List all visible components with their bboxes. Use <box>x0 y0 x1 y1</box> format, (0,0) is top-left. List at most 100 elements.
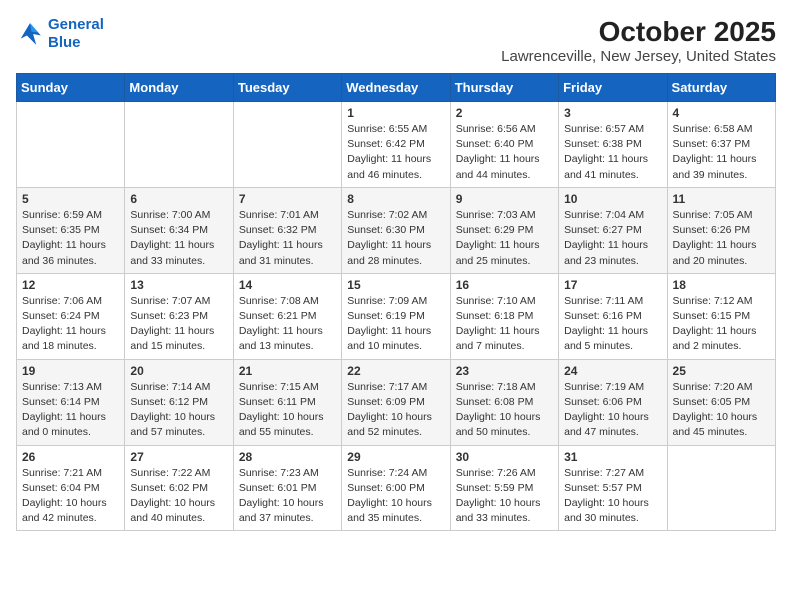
calendar-subtitle: Lawrenceville, New Jersey, United States <box>501 48 776 65</box>
day-number: 24 <box>564 364 661 378</box>
calendar-cell: 12 Sunrise: 7:06 AM Sunset: 6:24 PM Dayli… <box>17 273 125 359</box>
day-info: Sunrise: 7:13 AM Sunset: 6:14 PM Dayligh… <box>22 380 119 441</box>
calendar-cell: 30 Sunrise: 7:26 AM Sunset: 5:59 PM Dayli… <box>450 445 558 531</box>
calendar-week-row: 1 Sunrise: 6:55 AM Sunset: 6:42 PM Daylig… <box>17 102 776 188</box>
calendar-cell: 3Sunrise: 6:57 AM Sunset: 6:38 PM Daylig… <box>559 102 667 188</box>
day-info: Sunrise: 7:18 AM Sunset: 6:08 PM Dayligh… <box>456 380 553 441</box>
calendar-cell: 16 Sunrise: 7:10 AM Sunset: 6:18 PM Dayli… <box>450 273 558 359</box>
day-info: Sunrise: 7:14 AM Sunset: 6:12 PM Dayligh… <box>130 380 227 441</box>
day-number: 9 <box>456 192 553 206</box>
day-number: 5 <box>22 192 119 206</box>
day-number: 29 <box>347 450 444 464</box>
calendar-cell <box>667 445 775 531</box>
calendar-cell: 17 Sunrise: 7:11 AM Sunset: 6:16 PM Dayli… <box>559 273 667 359</box>
weekday-header: Friday <box>559 74 667 102</box>
day-number: 7 <box>239 192 336 206</box>
calendar-cell: 29Sunrise: 7:24 AM Sunset: 6:00 PM Dayli… <box>342 445 450 531</box>
day-info: Sunrise: 7:15 AM Sunset: 6:11 PM Dayligh… <box>239 380 336 441</box>
calendar-cell: 15Sunrise: 7:09 AM Sunset: 6:19 PM Dayli… <box>342 273 450 359</box>
weekday-header: Thursday <box>450 74 558 102</box>
calendar-cell: 20Sunrise: 7:14 AM Sunset: 6:12 PM Dayli… <box>125 359 233 445</box>
day-number: 23 <box>456 364 553 378</box>
calendar-cell: 22 Sunrise: 7:17 AM Sunset: 6:09 PM Dayli… <box>342 359 450 445</box>
calendar-cell: 21 Sunrise: 7:15 AM Sunset: 6:11 PM Dayli… <box>233 359 341 445</box>
calendar-cell: 26Sunrise: 7:21 AM Sunset: 6:04 PM Dayli… <box>17 445 125 531</box>
day-number: 1 <box>347 106 444 120</box>
weekday-header: Tuesday <box>233 74 341 102</box>
calendar-week-row: 19 Sunrise: 7:13 AM Sunset: 6:14 PM Dayli… <box>17 359 776 445</box>
day-number: 14 <box>239 278 336 292</box>
day-number: 11 <box>673 192 770 206</box>
day-info: Sunrise: 7:03 AM Sunset: 6:29 PM Dayligh… <box>456 208 553 269</box>
calendar-cell: 4 Sunrise: 6:58 AM Sunset: 6:37 PM Daylig… <box>667 102 775 188</box>
day-number: 25 <box>673 364 770 378</box>
calendar-cell: 27 Sunrise: 7:22 AM Sunset: 6:02 PM Dayli… <box>125 445 233 531</box>
day-info: Sunrise: 6:57 AM Sunset: 6:38 PM Dayligh… <box>564 122 661 183</box>
weekday-header: Wednesday <box>342 74 450 102</box>
day-info: Sunrise: 7:05 AM Sunset: 6:26 PM Dayligh… <box>673 208 770 269</box>
weekday-header-row: SundayMondayTuesdayWednesdayThursdayFrid… <box>17 74 776 102</box>
day-info: Sunrise: 6:59 AM Sunset: 6:35 PM Dayligh… <box>22 208 119 269</box>
day-info: Sunrise: 6:55 AM Sunset: 6:42 PM Dayligh… <box>347 122 444 183</box>
calendar-cell <box>125 102 233 188</box>
logo-text: General Blue <box>48 16 104 52</box>
day-info: Sunrise: 7:00 AM Sunset: 6:34 PM Dayligh… <box>130 208 227 269</box>
day-info: Sunrise: 7:10 AM Sunset: 6:18 PM Dayligh… <box>456 294 553 355</box>
calendar-cell: 18 Sunrise: 7:12 AM Sunset: 6:15 PM Dayli… <box>667 273 775 359</box>
day-number: 31 <box>564 450 661 464</box>
day-number: 28 <box>239 450 336 464</box>
calendar-cell: 2Sunrise: 6:56 AM Sunset: 6:40 PM Daylig… <box>450 102 558 188</box>
day-info: Sunrise: 7:07 AM Sunset: 6:23 PM Dayligh… <box>130 294 227 355</box>
day-info: Sunrise: 7:11 AM Sunset: 6:16 PM Dayligh… <box>564 294 661 355</box>
day-info: Sunrise: 7:22 AM Sunset: 6:02 PM Dayligh… <box>130 466 227 527</box>
day-info: Sunrise: 7:08 AM Sunset: 6:21 PM Dayligh… <box>239 294 336 355</box>
day-info: Sunrise: 7:06 AM Sunset: 6:24 PM Dayligh… <box>22 294 119 355</box>
day-number: 15 <box>347 278 444 292</box>
day-number: 13 <box>130 278 227 292</box>
calendar-cell: 28Sunrise: 7:23 AM Sunset: 6:01 PM Dayli… <box>233 445 341 531</box>
day-info: Sunrise: 6:56 AM Sunset: 6:40 PM Dayligh… <box>456 122 553 183</box>
day-number: 12 <box>22 278 119 292</box>
logo-icon <box>16 20 44 48</box>
day-info: Sunrise: 7:17 AM Sunset: 6:09 PM Dayligh… <box>347 380 444 441</box>
calendar-cell: 31Sunrise: 7:27 AM Sunset: 5:57 PM Dayli… <box>559 445 667 531</box>
day-number: 17 <box>564 278 661 292</box>
day-info: Sunrise: 7:19 AM Sunset: 6:06 PM Dayligh… <box>564 380 661 441</box>
calendar-cell <box>233 102 341 188</box>
calendar-cell: 24 Sunrise: 7:19 AM Sunset: 6:06 PM Dayli… <box>559 359 667 445</box>
day-number: 4 <box>673 106 770 120</box>
weekday-header: Sunday <box>17 74 125 102</box>
day-number: 30 <box>456 450 553 464</box>
day-info: Sunrise: 7:01 AM Sunset: 6:32 PM Dayligh… <box>239 208 336 269</box>
calendar-week-row: 26Sunrise: 7:21 AM Sunset: 6:04 PM Dayli… <box>17 445 776 531</box>
weekday-header: Saturday <box>667 74 775 102</box>
day-number: 26 <box>22 450 119 464</box>
day-number: 22 <box>347 364 444 378</box>
logo: General Blue <box>16 16 104 52</box>
day-number: 6 <box>130 192 227 206</box>
calendar-cell: 25 Sunrise: 7:20 AM Sunset: 6:05 PM Dayli… <box>667 359 775 445</box>
day-number: 19 <box>22 364 119 378</box>
calendar-week-row: 5 Sunrise: 6:59 AM Sunset: 6:35 PM Daylig… <box>17 187 776 273</box>
calendar-cell: 19 Sunrise: 7:13 AM Sunset: 6:14 PM Dayli… <box>17 359 125 445</box>
calendar-cell: 9 Sunrise: 7:03 AM Sunset: 6:29 PM Daylig… <box>450 187 558 273</box>
day-number: 27 <box>130 450 227 464</box>
day-info: Sunrise: 7:20 AM Sunset: 6:05 PM Dayligh… <box>673 380 770 441</box>
day-number: 16 <box>456 278 553 292</box>
day-info: Sunrise: 7:04 AM Sunset: 6:27 PM Dayligh… <box>564 208 661 269</box>
calendar-cell: 8Sunrise: 7:02 AM Sunset: 6:30 PM Daylig… <box>342 187 450 273</box>
day-info: Sunrise: 7:26 AM Sunset: 5:59 PM Dayligh… <box>456 466 553 527</box>
day-info: Sunrise: 6:58 AM Sunset: 6:37 PM Dayligh… <box>673 122 770 183</box>
day-number: 21 <box>239 364 336 378</box>
calendar-cell: 10Sunrise: 7:04 AM Sunset: 6:27 PM Dayli… <box>559 187 667 273</box>
day-number: 18 <box>673 278 770 292</box>
day-info: Sunrise: 7:02 AM Sunset: 6:30 PM Dayligh… <box>347 208 444 269</box>
weekday-header: Monday <box>125 74 233 102</box>
calendar-cell: 23 Sunrise: 7:18 AM Sunset: 6:08 PM Dayli… <box>450 359 558 445</box>
calendar-week-row: 12 Sunrise: 7:06 AM Sunset: 6:24 PM Dayli… <box>17 273 776 359</box>
calendar-cell: 6 Sunrise: 7:00 AM Sunset: 6:34 PM Daylig… <box>125 187 233 273</box>
calendar-cell: 11 Sunrise: 7:05 AM Sunset: 6:26 PM Dayli… <box>667 187 775 273</box>
calendar-cell <box>17 102 125 188</box>
calendar-cell: 13 Sunrise: 7:07 AM Sunset: 6:23 PM Dayli… <box>125 273 233 359</box>
day-info: Sunrise: 7:12 AM Sunset: 6:15 PM Dayligh… <box>673 294 770 355</box>
